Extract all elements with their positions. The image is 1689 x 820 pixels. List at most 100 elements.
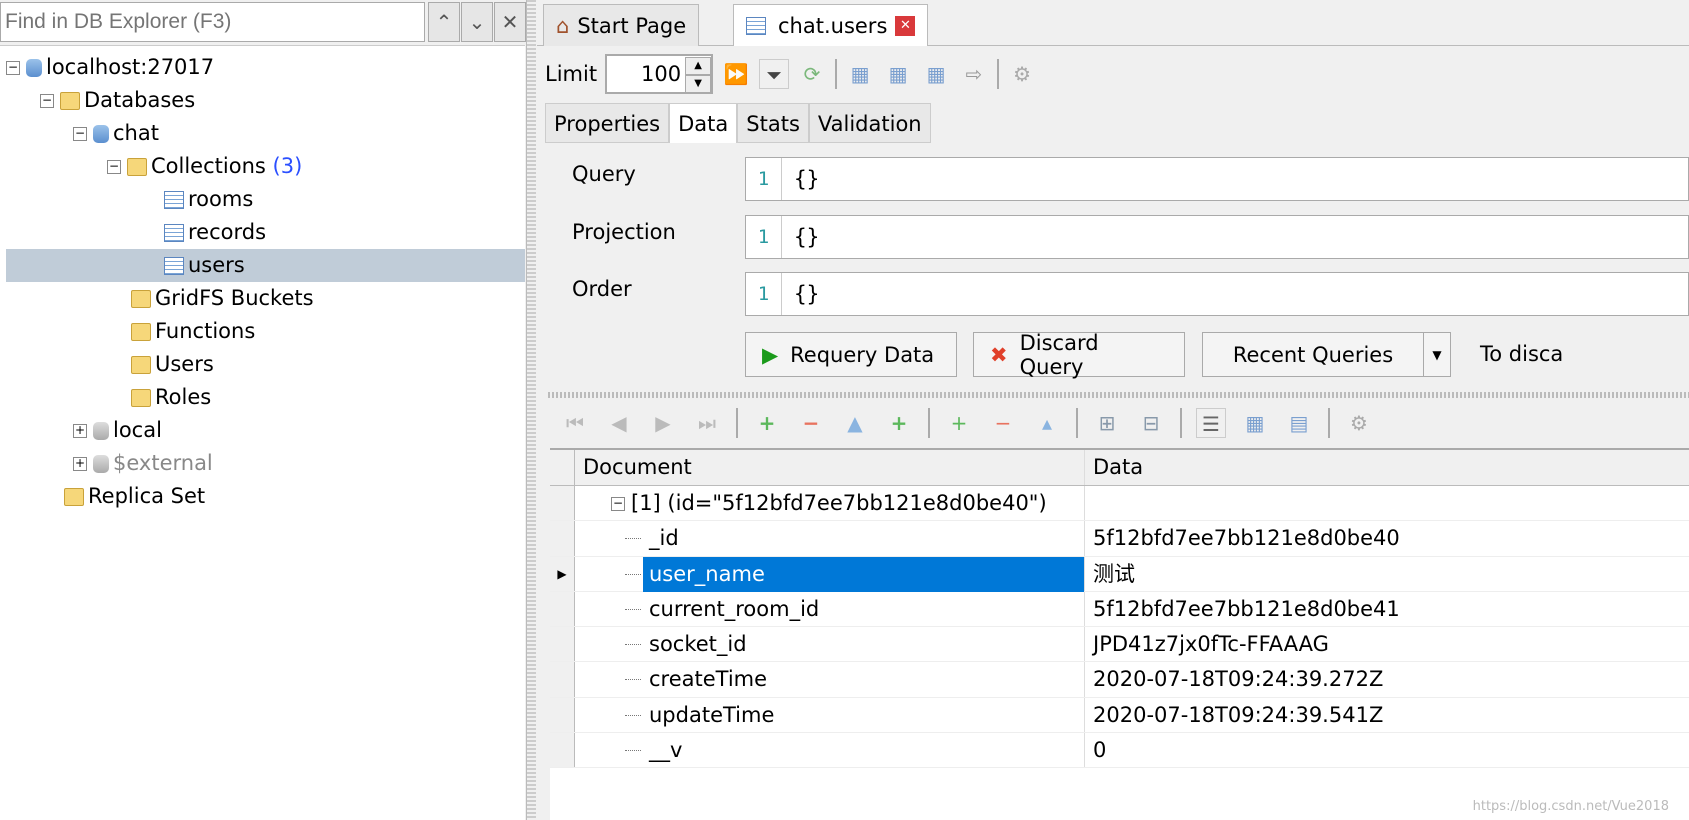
requery-button[interactable]: ▶ Requery Data	[745, 332, 957, 377]
tree-server[interactable]: − localhost:27017	[6, 51, 525, 84]
field-cell[interactable]: createTime	[575, 662, 1085, 697]
table-db-icon[interactable]: ▦	[921, 59, 951, 89]
edit-field-icon[interactable]: ▴	[1032, 408, 1062, 438]
field-row[interactable]: current_room_id 5f12bfd7ee7bb121e8d0be41	[550, 591, 1689, 628]
collapse-icon[interactable]: −	[73, 126, 87, 141]
field-row[interactable]: ▶ user_name 测试	[550, 556, 1689, 592]
tab-start-page[interactable]: ⌂ Start Page	[543, 4, 700, 46]
field-row[interactable]: __v 0	[550, 733, 1689, 769]
recent-queries-dropdown[interactable]: ▼	[1423, 332, 1451, 377]
field-cell[interactable]: socket_id	[575, 627, 1085, 662]
limit-input[interactable]: 100 ▲ ▼	[605, 54, 714, 94]
collapse-icon[interactable]: −	[6, 60, 20, 75]
field-value[interactable]: 0	[1085, 733, 1689, 767]
field-name: user_name	[643, 556, 1084, 592]
field-value[interactable]: 2020-07-18T09:24:39.272Z	[1085, 662, 1689, 696]
row-indicator	[550, 521, 575, 556]
recent-queries-button[interactable]: Recent Queries	[1202, 332, 1424, 377]
expand-all-icon[interactable]: ⊞	[1092, 408, 1122, 438]
panel-splitter[interactable]	[526, 0, 536, 820]
close-tab-icon[interactable]: ✕	[895, 15, 916, 36]
order-editor[interactable]: 1 {}	[745, 272, 1689, 316]
refresh-icon[interactable]: ⟳	[797, 59, 827, 89]
subtab-validation[interactable]: Validation	[808, 103, 931, 143]
label: users	[188, 253, 245, 277]
save-table-icon[interactable]: ▦	[845, 59, 875, 89]
tab-chat-users[interactable]: chat.users ✕	[733, 4, 929, 46]
add-icon[interactable]: +	[752, 408, 782, 438]
prev-record-icon[interactable]: ◀	[604, 408, 634, 438]
field-value[interactable]: 5f12bfd7ee7bb121e8d0be40	[1085, 521, 1689, 555]
query-editor[interactable]: 1 {}	[745, 157, 1689, 201]
collapse-icon[interactable]: −	[611, 497, 625, 511]
remove-icon[interactable]: −	[796, 408, 826, 438]
field-value[interactable]: JPD41z7jx0fTc-FFAAAG	[1085, 627, 1689, 661]
gear-icon[interactable]: ⚙	[1344, 408, 1374, 438]
tree-view-icon[interactable]: ☰	[1196, 408, 1226, 438]
tree-collection-rooms[interactable]: rooms	[6, 183, 525, 216]
field-row[interactable]: _id 5f12bfd7ee7bb121e8d0be40	[550, 521, 1689, 557]
next-record-icon[interactable]: ▶	[648, 408, 678, 438]
field-cell[interactable]: updateTime	[575, 697, 1085, 733]
find-close-button[interactable]: ✕	[494, 2, 526, 42]
projection-label: Projection	[572, 220, 676, 244]
collapse-icon[interactable]: −	[107, 159, 121, 174]
collapse-all-icon[interactable]: ⊟	[1136, 408, 1166, 438]
tree-gridfs[interactable]: GridFS Buckets	[6, 282, 525, 315]
tree-replica-set[interactable]: Replica Set	[6, 480, 525, 513]
column-document[interactable]: Document	[575, 450, 1085, 485]
find-input[interactable]	[0, 2, 425, 42]
horizontal-splitter[interactable]	[548, 392, 1689, 398]
projection-editor[interactable]: 1 {}	[745, 215, 1689, 259]
tree-functions[interactable]: Functions	[6, 315, 525, 348]
gear-icon[interactable]: ⚙	[1007, 59, 1037, 89]
subtabs: Properties Data Stats Validation	[545, 103, 931, 143]
field-row[interactable]: updateTime 2020-07-18T09:24:39.541Z	[550, 697, 1689, 734]
field-value[interactable]: 测试	[1085, 557, 1689, 591]
find-next-button[interactable]: ⌄	[461, 2, 493, 42]
remove-field-icon[interactable]: −	[988, 408, 1018, 438]
table-view-icon[interactable]: ▦	[1240, 408, 1270, 438]
discard-query-button[interactable]: ✖ Discard Query	[973, 331, 1185, 379]
collapse-icon[interactable]: −	[40, 93, 54, 108]
find-prev-button[interactable]: ⌃	[428, 2, 460, 42]
spin-up-icon[interactable]: ▲	[685, 57, 712, 75]
subtab-stats[interactable]: Stats	[737, 103, 809, 143]
filter-icon[interactable]: ⏷	[759, 59, 790, 89]
export-icon[interactable]: ⇨	[959, 59, 989, 89]
edit-icon[interactable]: ▲	[840, 408, 870, 438]
field-cell[interactable]: __v	[575, 733, 1085, 768]
subtab-data[interactable]: Data	[669, 103, 738, 143]
field-row[interactable]: socket_id JPD41z7jx0fTc-FFAAAG	[550, 627, 1689, 663]
expand-icon[interactable]: +	[73, 423, 87, 438]
field-value[interactable]: 5f12bfd7ee7bb121e8d0be41	[1085, 592, 1689, 626]
duplicate-icon[interactable]: +	[884, 408, 914, 438]
tree-users[interactable]: Users	[6, 348, 525, 381]
tree-roles[interactable]: Roles	[6, 381, 525, 414]
tree-db-external[interactable]: + $external	[6, 447, 525, 480]
tree-db-chat[interactable]: − chat	[6, 117, 525, 150]
field-value[interactable]: 2020-07-18T09:24:39.541Z	[1085, 698, 1689, 732]
spin-down-icon[interactable]: ▼	[685, 75, 712, 93]
document-row[interactable]: − [1] (id="5f12bfd7ee7bb121e8d0be40")	[550, 486, 1689, 522]
field-cell[interactable]: user_name	[575, 556, 1085, 592]
tree-collection-users[interactable]: users	[6, 249, 525, 282]
fast-forward-icon[interactable]: ⏩	[721, 59, 751, 89]
field-cell[interactable]: _id	[575, 521, 1085, 556]
expand-icon[interactable]: +	[73, 456, 87, 471]
column-data[interactable]: Data	[1085, 450, 1689, 485]
add-field-icon[interactable]: +	[944, 408, 974, 438]
label: Users	[155, 352, 214, 376]
separator	[736, 408, 738, 438]
text-view-icon[interactable]: ▤	[1284, 408, 1314, 438]
tree-databases[interactable]: − Databases	[6, 84, 525, 117]
tree-collections[interactable]: − Collections (3)	[6, 150, 525, 183]
tree-collection-records[interactable]: records	[6, 216, 525, 249]
first-record-icon[interactable]: ⏮	[560, 408, 590, 438]
tree-db-local[interactable]: + local	[6, 414, 525, 447]
field-cell[interactable]: current_room_id	[575, 591, 1085, 627]
table-2-icon[interactable]: ▦	[883, 59, 913, 89]
last-record-icon[interactable]: ⏭	[692, 408, 722, 438]
subtab-properties[interactable]: Properties	[545, 103, 670, 143]
field-row[interactable]: createTime 2020-07-18T09:24:39.272Z	[550, 662, 1689, 698]
